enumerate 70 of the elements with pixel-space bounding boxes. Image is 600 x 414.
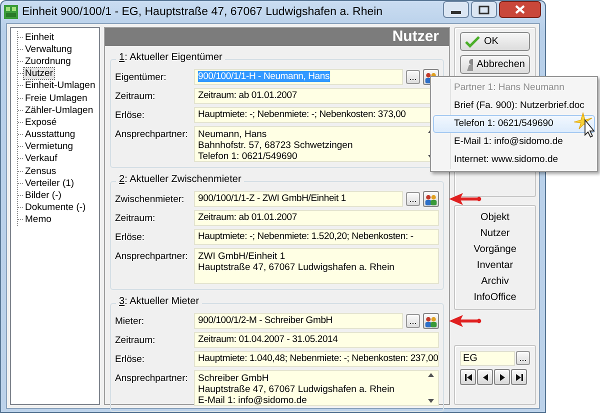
cancel-button[interactable]: Abbrechen — [460, 55, 530, 74]
person-icon — [465, 58, 473, 71]
tree-item[interactable]: Vermietung — [23, 140, 76, 154]
record-field[interactable]: EG — [460, 351, 515, 366]
field-label: Erlöse: — [115, 353, 146, 365]
nav-link[interactable]: Nutzer — [480, 228, 510, 239]
field-label: Ansprechpartner: — [115, 372, 189, 384]
app-icon — [4, 5, 18, 19]
field-label: Erlöse: — [115, 231, 146, 243]
nav-link[interactable]: Vorgänge — [474, 244, 516, 255]
field-label: Erlöse: — [115, 109, 146, 121]
field-label: Zeitraum: — [115, 212, 156, 224]
tree-item[interactable]: Memo — [23, 213, 54, 226]
tree-item[interactable]: Ausstattung — [23, 128, 78, 142]
tree-item[interactable]: Freie Umlagen — [23, 92, 90, 105]
next-button[interactable] — [494, 369, 510, 385]
scroll-up-icon[interactable] — [428, 373, 434, 377]
nav-link[interactable]: Inventar — [476, 260, 514, 272]
lookup-field[interactable]: 900/100/1/2-M - Schreiber GmbH — [194, 313, 403, 329]
last-record-button[interactable] — [511, 369, 527, 385]
contacts-button[interactable] — [423, 313, 439, 329]
tree-item[interactable]: Zähler-Umlagen — [23, 104, 96, 117]
next-icon — [498, 374, 506, 380]
previous-icon — [482, 374, 488, 380]
last-icon — [516, 374, 522, 380]
first-icon — [464, 374, 472, 380]
browse-button[interactable]: ... — [406, 192, 420, 206]
field-label: Zeitraum: — [115, 334, 156, 346]
tree-item[interactable]: Verwaltung — [23, 42, 74, 56]
tree-item[interactable]: Zuordnung — [23, 54, 73, 68]
ok-button[interactable]: OK — [460, 32, 530, 51]
previous-button[interactable] — [477, 369, 493, 385]
lookup-field[interactable]: 900/100/1/1-Z - ZWI GmbH/Einheit 1 — [194, 191, 403, 207]
tree-item[interactable]: Einheit-Umlagen — [23, 79, 98, 92]
browse-button[interactable]: ... — [406, 70, 420, 84]
browse-button[interactable]: ... — [516, 351, 530, 365]
group-title: 2: Aktueller Zwischenmieter — [116, 174, 244, 185]
nav-link[interactable]: InfoOffice — [474, 292, 516, 304]
section-header: Nutzer — [392, 28, 439, 45]
memo-field: ZWI GmbH/Einheit 1 Hauptstraße 47, 67067 Ludwigshafen a. Rhein — [194, 248, 439, 284]
minimize-button[interactable] — [443, 1, 469, 18]
check-icon — [465, 35, 480, 48]
tree-item[interactable]: Zensus — [23, 164, 58, 178]
tree-item[interactable]: Verteiler (1) — [23, 176, 76, 190]
field-label: Ansprechpartner: — [115, 128, 189, 140]
tree-item[interactable]: Nutzer — [23, 67, 55, 80]
tree-item[interactable]: Bilder (-) — [23, 189, 64, 202]
field-label: Ansprechpartner: — [115, 250, 189, 262]
memo-field: Schreiber GmbH Hauptstraße 47, 67067 Ludwigshafen a. Rhein E-Mail 1: info@sidomo.de — [194, 370, 439, 406]
tree-item[interactable]: Einheit — [23, 30, 56, 44]
first-record-button[interactable] — [460, 369, 476, 385]
group-title: 1: Aktueller Eigentümer — [116, 52, 226, 63]
field-label: Zeitraum: — [115, 90, 156, 102]
scroll-down-icon[interactable] — [428, 399, 434, 403]
tree-item[interactable]: Dokumente (-) — [23, 201, 88, 214]
group-title: 3: Aktueller Mieter — [116, 296, 202, 307]
browse-button[interactable]: ... — [406, 314, 420, 328]
contacts-button[interactable] — [423, 191, 439, 207]
field-label: Zwischenmieter: — [115, 193, 186, 205]
window-title: Einheit 900/100/1 - EG, Hauptstraße 47, 67067 Ludwigshafen a. Rhein — [22, 6, 384, 18]
tree-item[interactable]: Verkauf — [23, 152, 60, 166]
tree-item[interactable]: Exposé — [23, 116, 59, 129]
maximize-button[interactable] — [471, 1, 497, 18]
close-button[interactable] — [499, 1, 541, 18]
nav-link[interactable]: Objekt — [480, 212, 510, 223]
pointer-icon — [574, 112, 595, 138]
field-label: Eigentümer: — [115, 71, 168, 83]
nav-link[interactable]: Archiv — [481, 276, 509, 288]
field-label: Mieter: — [115, 315, 146, 327]
menu-item[interactable]: Telefon 1: 0621/549690 — [433, 115, 595, 133]
